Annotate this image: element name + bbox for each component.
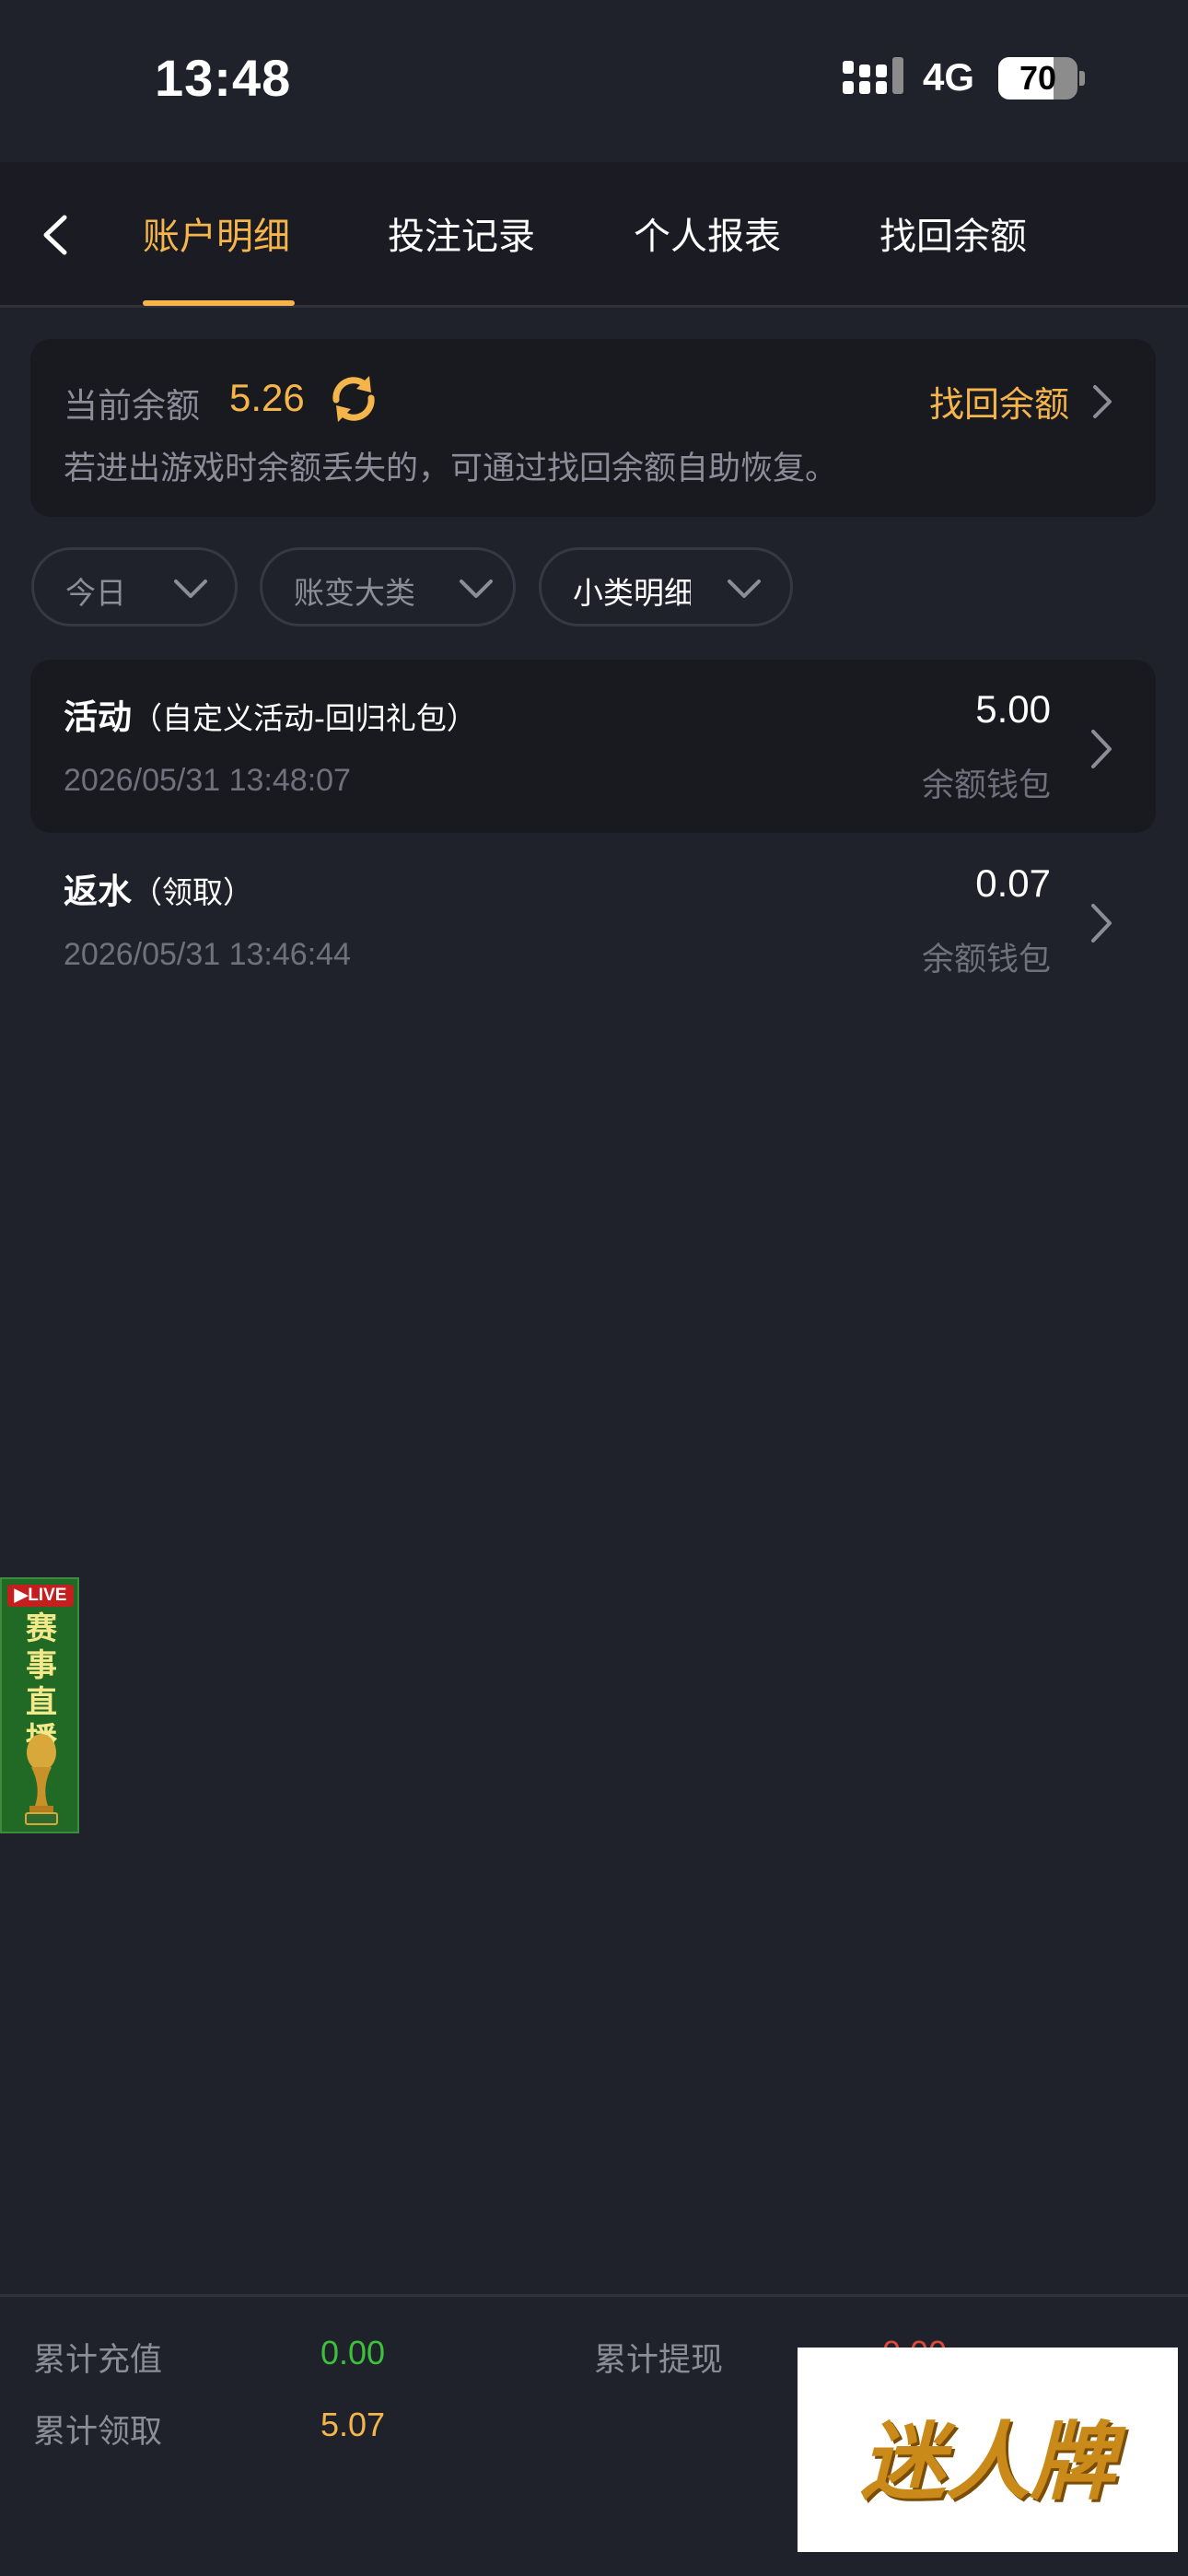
- chevron-down-icon: [174, 580, 207, 598]
- record-subtitle: （领取）: [132, 874, 253, 910]
- top-nav: 账户明细 投注记录 个人报表 找回余额: [0, 162, 1188, 308]
- balance-hint: 若进出游戏时余额丢失的，可通过找回余额自助恢复。: [64, 451, 838, 487]
- tab-recover-balance[interactable]: 找回余额: [879, 206, 1027, 260]
- signal-icon: [843, 57, 903, 101]
- status-bar: 13:48 4G 70: [0, 0, 1188, 162]
- tab-personal-report[interactable]: 个人报表: [634, 206, 781, 260]
- total-withdraw-label: 累计提现: [594, 2342, 724, 2379]
- active-tab-indicator: [143, 300, 295, 306]
- recover-balance-link[interactable]: 找回余额: [929, 376, 1069, 427]
- chevron-down-icon: [460, 580, 493, 598]
- list-item[interactable]: 活动（自定义活动-回归礼包） 2026/05/31 13:48:07 5.00 …: [30, 660, 1156, 833]
- total-claim-value: 5.07: [320, 2406, 386, 2443]
- filter-sub-category-label: 小类明细: [573, 575, 691, 611]
- balance-card: 当前余额 5.26 找回余额 若进出游戏时余额丢失的，可通过找回余额自助恢复。: [30, 339, 1156, 517]
- filter-major-category-label: 账变大类: [294, 575, 415, 611]
- chevron-right-icon[interactable]: [1086, 380, 1119, 424]
- record-title: 活动（自定义活动-回归礼包）: [64, 697, 477, 737]
- record-title: 返水（领取）: [64, 872, 253, 911]
- record-time: 2026/05/31 13:46:44: [64, 937, 351, 972]
- total-recharge-value: 0.00: [320, 2334, 386, 2371]
- battery-tip: [1079, 71, 1085, 86]
- filter-date-label: 今日: [65, 575, 126, 611]
- record-wallet: 余额钱包: [921, 767, 1051, 804]
- watermark-logo: 迷人牌: [798, 2348, 1178, 2552]
- total-claim-label: 累计领取: [33, 2414, 163, 2451]
- tab-account-details[interactable]: 账户明细: [143, 206, 290, 260]
- chevron-right-icon: [1091, 730, 1112, 768]
- refresh-icon[interactable]: [327, 372, 380, 426]
- filter-major-category[interactable]: 账变大类: [260, 547, 516, 626]
- record-subtitle: （自定义活动-回归礼包）: [132, 700, 477, 736]
- trophy-icon: [25, 1734, 58, 1825]
- list-item[interactable]: 返水（领取） 2026/05/31 13:46:44 0.07 余额钱包: [30, 834, 1156, 1007]
- filter-date[interactable]: 今日: [31, 547, 238, 626]
- filter-sub-category[interactable]: 小类明细: [539, 547, 793, 626]
- watermark-logo-text: 迷人牌: [860, 2412, 1115, 2512]
- balance-value: 5.26: [229, 376, 305, 419]
- record-wallet: 余额钱包: [921, 942, 1051, 978]
- total-recharge-label: 累计充值: [33, 2342, 163, 2379]
- back-arrow-icon[interactable]: [26, 203, 90, 267]
- balance-label: 当前余额: [64, 386, 200, 426]
- chevron-right-icon: [1091, 904, 1112, 943]
- chevron-down-icon: [728, 580, 761, 598]
- live-tag: ▶LIVE: [7, 1585, 74, 1607]
- live-stream-badge[interactable]: ▶LIVE 赛事直播: [0, 1577, 79, 1833]
- tab-bet-records[interactable]: 投注记录: [388, 206, 535, 260]
- battery-level: 70: [1019, 59, 1057, 97]
- network-type: 4G: [923, 55, 975, 99]
- status-time: 13:48: [155, 49, 292, 107]
- battery-icon: 70: [998, 57, 1077, 100]
- record-amount: 0.07: [975, 861, 1051, 905]
- record-amount: 5.00: [975, 687, 1051, 731]
- record-time: 2026/05/31 13:48:07: [64, 763, 351, 798]
